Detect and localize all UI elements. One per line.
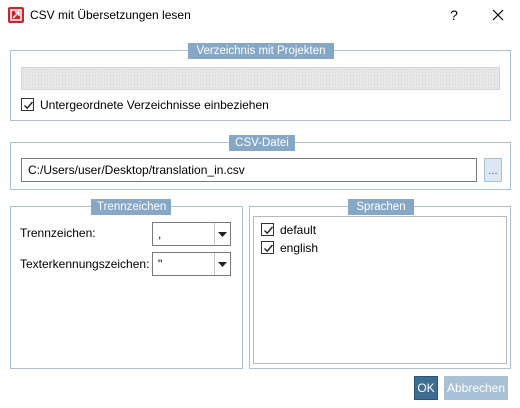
language-label-default: default (280, 223, 317, 237)
csv-file-group: CSV-Datei C:/Users/user/Desktop/translat… (10, 135, 511, 190)
combo-divider (214, 253, 215, 275)
text-qualifier-label: Texterkennungszeichen: (20, 257, 150, 271)
checkmark-icon (264, 226, 274, 235)
include-subdirs-label: Untergeordnete Verzeichnisse einbeziehen (40, 98, 269, 112)
close-button[interactable] (484, 2, 512, 28)
language-checkbox-default[interactable] (261, 223, 274, 236)
projects-directory-field (21, 67, 500, 90)
app-logo-icon (8, 7, 24, 23)
group-title-separator: Trennzeichen (91, 199, 171, 215)
group-title-languages: Sprachen (348, 199, 414, 215)
text-qualifier-combo[interactable]: " (152, 252, 231, 276)
title-bar: CSV mit Übersetzungen lesen ? (0, 0, 520, 30)
separator-value: , (158, 227, 162, 241)
group-title-directory: Verzeichnis mit Projekten (188, 43, 334, 59)
close-icon (492, 9, 504, 21)
combo-divider (214, 223, 215, 245)
csv-path-input[interactable]: C:/Users/user/Desktop/translation_in.csv (21, 158, 477, 182)
cancel-button[interactable]: Abbrechen (444, 376, 508, 400)
chevron-down-icon (218, 262, 227, 267)
languages-list[interactable]: default english (253, 216, 507, 364)
include-subdirs-checkbox[interactable] (21, 98, 34, 111)
text-qualifier-value: " (158, 257, 163, 271)
checkmark-icon (24, 101, 34, 110)
help-button[interactable]: ? (441, 2, 467, 28)
group-title-csv: CSV-Datei (229, 135, 295, 151)
window-title: CSV mit Übersetzungen lesen (30, 8, 191, 22)
ok-button[interactable]: OK (414, 376, 438, 400)
browse-button[interactable]: ... (484, 158, 502, 182)
checkmark-icon (264, 244, 274, 253)
language-label-english: english (280, 241, 319, 255)
projects-directory-group: Verzeichnis mit Projekten Untergeordnete… (10, 43, 511, 121)
separator-label: Trennzeichen: (20, 226, 96, 240)
separator-combo[interactable]: , (152, 222, 231, 246)
chevron-down-icon (218, 232, 227, 237)
language-checkbox-english[interactable] (261, 241, 274, 254)
separator-group: Trennzeichen Trennzeichen: , Texterkennu… (10, 199, 243, 369)
languages-group: Sprachen default english (249, 199, 511, 369)
